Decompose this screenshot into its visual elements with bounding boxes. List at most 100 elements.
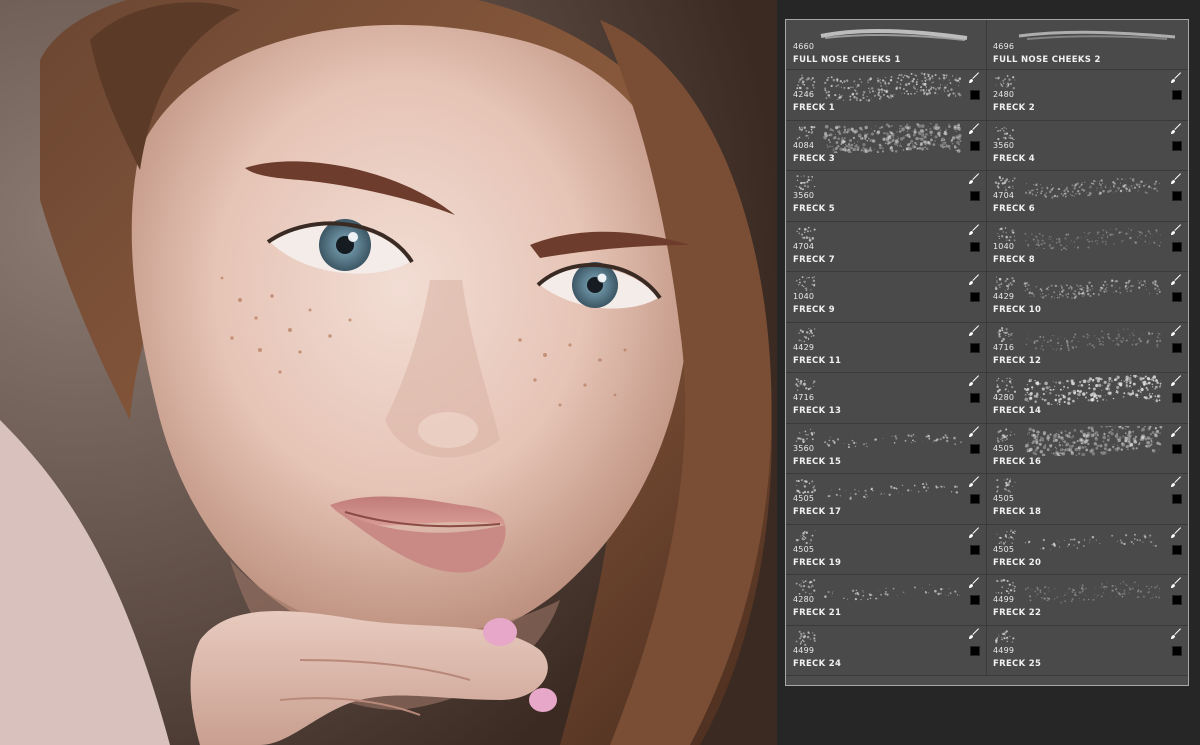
brush-color-swatch[interactable] [1172,494,1182,504]
brush-color-swatch[interactable] [1172,90,1182,100]
brush-stroke-preview [824,433,962,448]
brush-preset-freck-20[interactable]: 4505 FRECK 20 [986,524,1188,574]
brush-color-swatch[interactable] [970,292,980,302]
brush-color-swatch[interactable] [970,595,980,605]
brush-color-swatch[interactable] [970,241,980,252]
brush-edit-icon[interactable] [968,324,980,337]
brush-preset-freck-17[interactable]: 4505 FRECK 17 [787,474,986,524]
brush-preset-freck-25[interactable]: 4499 FRECK 25 [986,625,1188,675]
brush-edit-icon[interactable] [968,274,980,286]
brush-tip-thumbnail [795,378,816,391]
brush-color-swatch[interactable] [970,191,980,201]
brush-preset-freck-19[interactable]: 4505 FRECK 19 [787,524,986,574]
brush-stroke-preview [1024,533,1157,550]
brush-tip-thumbnail [994,629,1015,643]
brush-edit-icon[interactable] [1170,476,1182,488]
brush-color-swatch[interactable] [970,90,980,100]
brush-stroke-preview [824,583,960,601]
brush-edit-icon[interactable] [968,173,980,185]
brush-color-swatch[interactable] [1172,645,1182,656]
brush-edit-icon[interactable] [1170,223,1182,236]
brush-color-swatch[interactable] [1172,241,1182,252]
brush-preset-full-nose-cheeks-1[interactable]: 4660 FULL NOSE CHEEKS 1 [787,20,986,69]
brush-preset-freck-16[interactable]: 4505 FRECK 16 [986,423,1188,473]
brush-preset-freck-8[interactable]: 1040 FRECK 8 [986,221,1188,271]
brush-row: 4429 FRECK 11 4716 FRECK 12 [786,322,1188,373]
brush-tip-thumbnail [795,579,816,595]
brush-preset-freck-9[interactable]: 1040 FRECK 9 [787,272,986,322]
brush-name: FRECK 25 [993,658,1042,669]
brush-color-swatch[interactable] [970,544,980,555]
brush-color-swatch[interactable] [1172,595,1182,605]
brush-preset-freck-3[interactable]: 4084 FRECK 3 [787,120,986,170]
brush-preset-freck-18[interactable]: 4505 FRECK 18 [986,474,1188,524]
brush-color-swatch[interactable] [970,393,980,403]
brush-size: 1040 [993,241,1015,251]
brush-preset-freck-13[interactable]: 4716 FRECK 13 [787,373,986,423]
brush-color-swatch[interactable] [970,443,980,454]
brush-preset-freck-7[interactable]: 4704 FRECK 7 [787,221,986,271]
brush-color-swatch[interactable] [1172,443,1182,454]
brush-preset-freck-4[interactable]: 3560 FRECK 4 [986,120,1188,170]
brush-name: FRECK 17 [793,507,842,517]
brush-preset-full-nose-cheeks-2[interactable]: 4696 FULL NOSE CHEEKS 2 [986,20,1188,69]
brush-edit-icon[interactable] [1170,526,1182,539]
brush-row: 4505 FRECK 17 4505 FRECK 18 [786,474,1188,525]
brush-size: 4696 [993,42,1015,51]
brush-name: FRECK 4 [993,153,1035,164]
brush-edit-icon[interactable] [1170,324,1182,337]
brush-edit-icon[interactable] [968,476,980,488]
brush-preset-freck-12[interactable]: 4716 FRECK 12 [986,322,1188,372]
brush-color-swatch[interactable] [1172,342,1182,353]
brush-edit-icon[interactable] [1170,425,1182,438]
brush-edit-icon[interactable] [1170,72,1182,84]
brush-color-swatch[interactable] [970,494,980,504]
brush-preset-freck-2[interactable]: 2480 FRECK 2 [986,70,1188,120]
brush-tip-thumbnail [795,630,816,646]
brush-stroke-preview [1023,279,1161,300]
brush-tip-thumbnail [795,478,817,494]
brush-edit-icon[interactable] [968,72,980,84]
brush-row: 3560 FRECK 15 4505 FRECK 16 [786,423,1188,474]
brush-preset-freck-24[interactable]: 4499 FRECK 24 [787,625,986,675]
brush-edit-icon[interactable] [1170,122,1182,135]
brush-color-swatch[interactable] [1172,292,1182,302]
brush-preset-freck-10[interactable]: 4429 FRECK 10 [986,272,1188,322]
brush-name: FULL NOSE CHEEKS 2 [993,55,1101,65]
brush-color-swatch[interactable] [1172,191,1182,201]
brush-edit-icon[interactable] [1170,577,1182,589]
brush-edit-icon[interactable] [968,627,980,640]
brush-preset-freck-5[interactable]: 3560 FRECK 5 [787,171,986,221]
brush-preset-freck-15[interactable]: 3560 FRECK 15 [787,423,986,473]
brush-edit-icon[interactable] [968,122,980,135]
brush-edit-icon[interactable] [1170,627,1182,640]
brush-color-swatch[interactable] [970,645,980,656]
brush-edit-icon[interactable] [968,223,980,236]
brush-row: 3560 FRECK 5 4704 FRECK 6 [786,171,1188,222]
brush-color-swatch[interactable] [1172,393,1182,403]
brush-color-swatch[interactable] [1172,140,1182,151]
brush-color-swatch[interactable] [970,342,980,353]
brush-preset-freck-6[interactable]: 4704 FRECK 6 [986,171,1188,221]
brush-edit-icon[interactable] [1170,274,1182,286]
brush-preset-freck-14[interactable]: 4280 FRECK 14 [986,373,1188,423]
brush-stroke-preview [824,72,962,102]
brush-preset-freck-1[interactable]: 4246 FRECK 1 [787,70,986,120]
brush-preset-freck-11[interactable]: 4429 FRECK 11 [787,322,986,372]
brush-preset-freck-22[interactable]: 4499 FRECK 22 [986,575,1188,625]
brush-edit-icon[interactable] [968,425,980,438]
brush-edit-icon[interactable] [1170,173,1182,185]
brush-tip-thumbnail [994,176,1016,191]
brush-tip-thumbnail [796,125,816,140]
brush-color-swatch[interactable] [1172,544,1182,555]
brush-name: FRECK 21 [793,608,842,618]
brush-edit-icon[interactable] [968,375,980,387]
brush-edit-icon[interactable] [968,577,980,589]
brush-edit-icon[interactable] [1170,375,1182,387]
brush-preset-freck-21[interactable]: 4280 FRECK 21 [787,575,986,625]
portrait-photo [0,0,777,745]
brush-name: FRECK 14 [993,406,1042,416]
brush-row-header: 4660 FULL NOSE CHEEKS 1 4696 FULL NOSE C… [786,20,1188,70]
brush-color-swatch[interactable] [970,140,980,151]
brush-edit-icon[interactable] [968,526,980,539]
